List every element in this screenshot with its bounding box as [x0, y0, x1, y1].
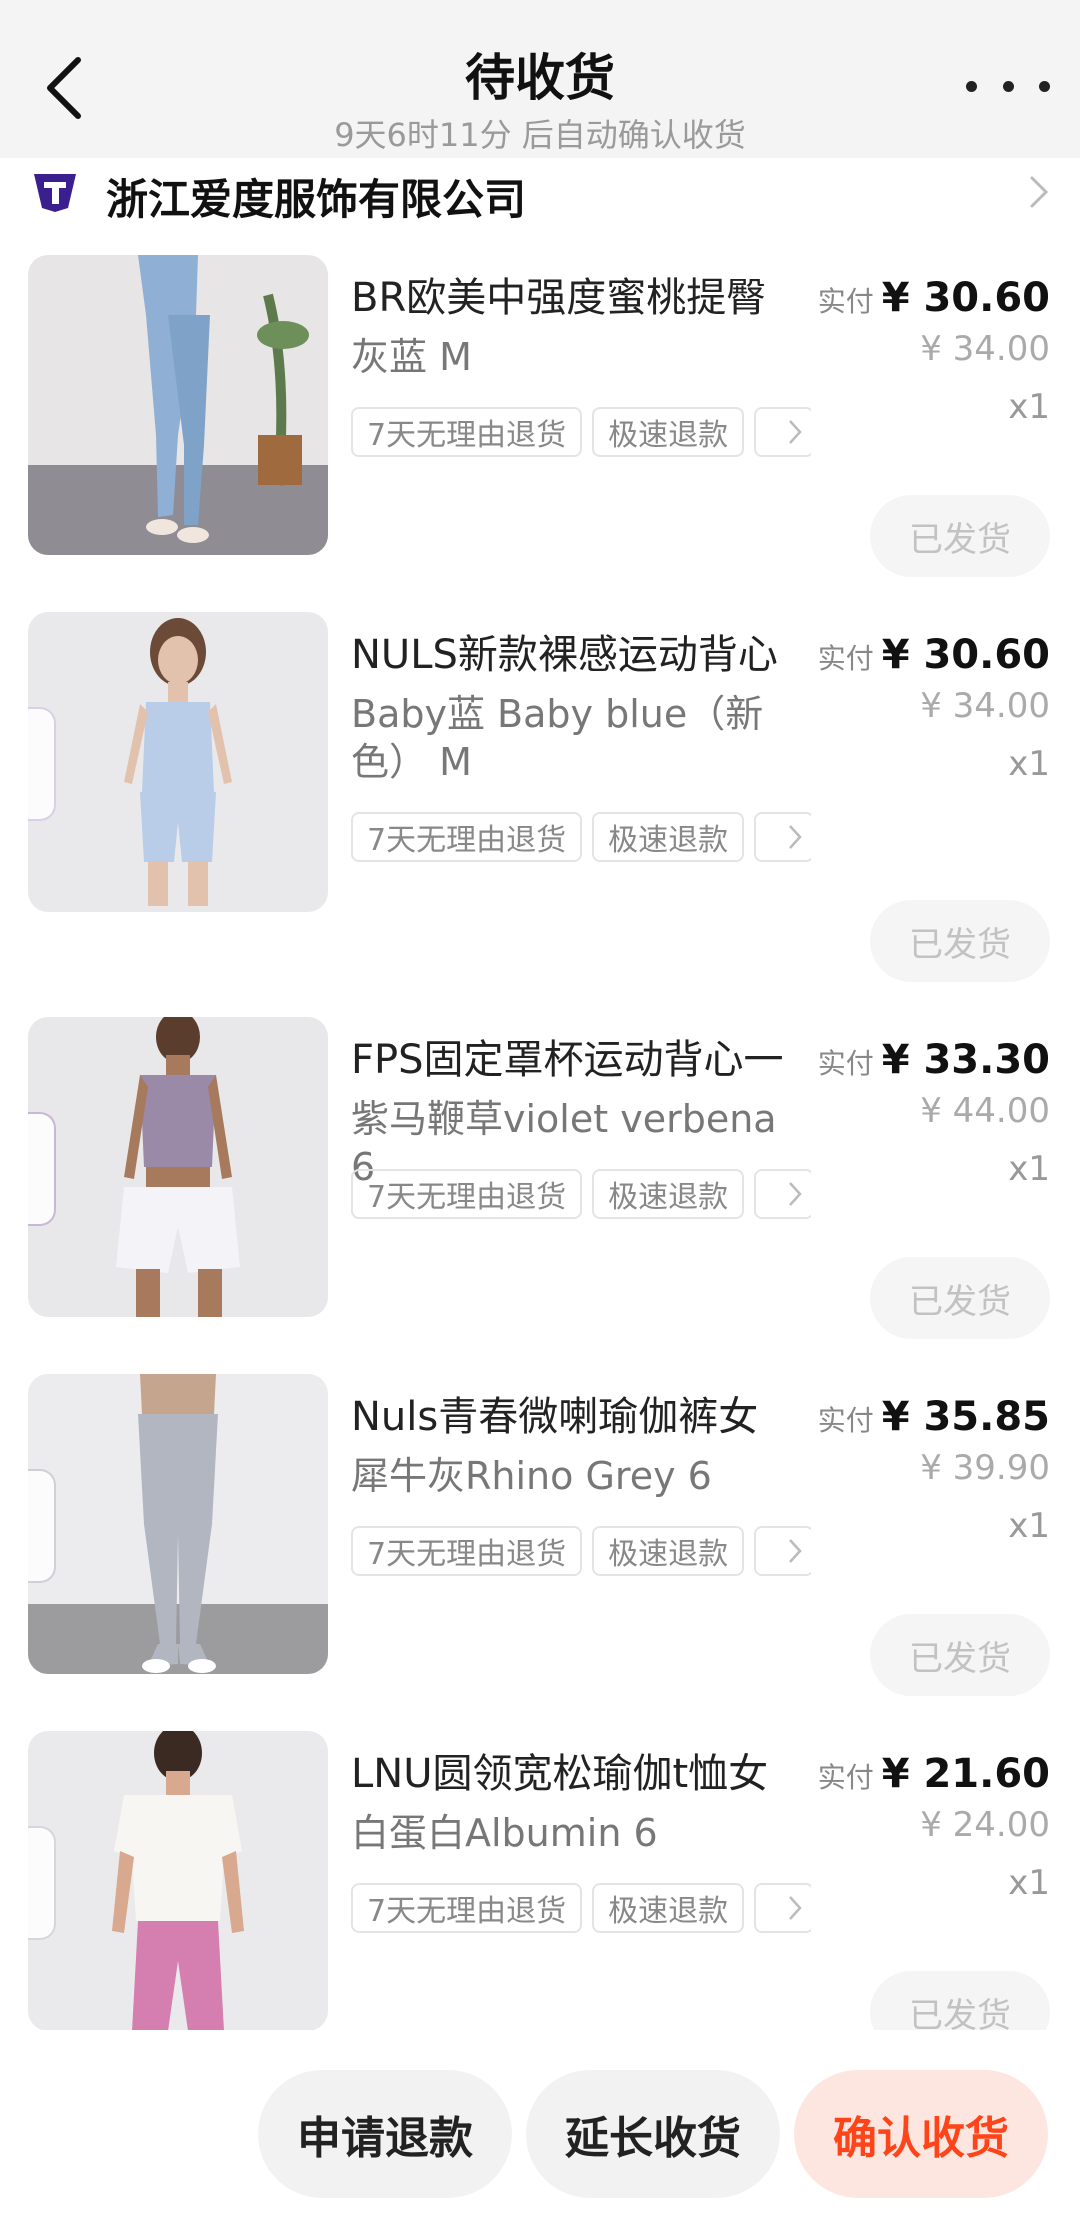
- product-image[interactable]: [28, 612, 328, 912]
- tags-more-button[interactable]: [754, 1169, 811, 1219]
- product-spec: 犀牛灰Rhino Grey 6: [351, 1454, 712, 1498]
- auto-confirm-countdown: 9天6时11分 后自动确认收货: [334, 116, 746, 154]
- paid-label: 实付: [817, 1761, 874, 1794]
- tag-7-day-return: 7天无理由退货: [351, 1526, 583, 1576]
- side-label-tab: [28, 1112, 56, 1226]
- paid-label: 实付: [817, 285, 874, 318]
- product-image[interactable]: [28, 1731, 328, 2031]
- quantity: x1: [1008, 1863, 1050, 1903]
- product-spec: 灰蓝 M: [351, 335, 472, 379]
- quantity: x1: [1008, 387, 1050, 427]
- more-dot-icon: [1002, 80, 1014, 92]
- paid-amount: ¥ 21.60: [881, 1751, 1050, 1797]
- shop-logo-icon: [34, 174, 76, 212]
- header-bar: 待收货 9天6时11分 后自动确认收货: [0, 0, 1080, 158]
- product-image[interactable]: [28, 255, 328, 555]
- tag-fast-refund: 极速退款: [592, 812, 745, 862]
- service-tags[interactable]: 7天无理由退货 极速退款: [351, 1167, 811, 1221]
- product-name[interactable]: FPS固定罩杯运动背心一: [351, 1035, 821, 1085]
- service-tags[interactable]: 7天无理由退货 极速退款: [351, 810, 811, 864]
- paid-amount: ¥ 30.60: [881, 632, 1050, 678]
- tag-fast-refund: 极速退款: [592, 407, 745, 457]
- chevron-right-icon: [789, 420, 802, 444]
- tag-fast-refund: 极速退款: [592, 1526, 745, 1576]
- shop-name[interactable]: 浙江爱度服饰有限公司: [106, 166, 526, 227]
- service-tags[interactable]: 7天无理由退货 极速退款: [351, 1881, 811, 1935]
- quantity: x1: [1008, 1506, 1050, 1546]
- confirm-receipt-button[interactable]: 确认收货: [794, 2070, 1048, 2198]
- order-item[interactable]: Nuls青春微喇瑜伽裤女 犀牛灰Rhino Grey 6 7天无理由退货 极速退…: [0, 1374, 1080, 1696]
- tag-7-day-return: 7天无理由退货: [351, 1883, 583, 1933]
- paid-label: 实付: [817, 1404, 874, 1437]
- tags-more-button[interactable]: [754, 407, 811, 457]
- tag-7-day-return: 7天无理由退货: [351, 812, 583, 862]
- original-price: ¥ 34.00: [920, 686, 1050, 726]
- product-spec: 白蛋白Albumin 6: [351, 1811, 658, 1855]
- tag-fast-refund: 极速退款: [592, 1169, 745, 1219]
- product-image[interactable]: [28, 1374, 328, 1674]
- side-label-tab: [28, 1469, 56, 1583]
- tags-more-button[interactable]: [754, 1883, 811, 1933]
- shipped-status-button[interactable]: 已发货: [870, 495, 1050, 577]
- product-name[interactable]: Nuls青春微喇瑜伽裤女: [351, 1392, 821, 1442]
- side-label-tab: [28, 707, 56, 821]
- price-block: 实付 ¥ 30.60 ¥ 34.00 x1: [818, 632, 1050, 784]
- shipped-status-button[interactable]: 已发货: [870, 1257, 1050, 1339]
- shipped-status-button[interactable]: 已发货: [870, 1971, 1050, 2031]
- side-label-tab: [28, 1826, 56, 1940]
- service-tags[interactable]: 7天无理由退货 极速退款: [351, 1524, 811, 1578]
- product-name[interactable]: LNU圆领宽松瑜伽t恤女: [351, 1749, 821, 1799]
- tag-7-day-return: 7天无理由退货: [351, 1169, 583, 1219]
- request-refund-button[interactable]: 申请退款: [258, 2070, 512, 2198]
- original-price: ¥ 39.90: [920, 1448, 1050, 1488]
- price-block: 实付 ¥ 30.60 ¥ 34.00 x1: [818, 275, 1050, 427]
- product-name[interactable]: NULS新款裸感运动背心: [351, 630, 821, 680]
- tag-fast-refund: 极速退款: [592, 1883, 745, 1933]
- paid-amount: ¥ 30.60: [881, 275, 1050, 321]
- original-price: ¥ 44.00: [920, 1091, 1050, 1131]
- more-dot-icon: [966, 80, 977, 92]
- tags-more-button[interactable]: [754, 1526, 811, 1576]
- tag-7-day-return: 7天无理由退货: [351, 407, 583, 457]
- paid-label: 实付: [817, 1047, 874, 1080]
- price-block: 实付 ¥ 35.85 ¥ 39.90 x1: [818, 1394, 1050, 1546]
- quantity: x1: [1008, 744, 1050, 784]
- chevron-right-icon: [1030, 176, 1049, 208]
- shop-row[interactable]: 浙江爱度服饰有限公司: [0, 158, 1080, 228]
- bottom-action-bar: 申请退款 延长收货 确认收货: [0, 2030, 1080, 2227]
- tags-more-button[interactable]: [754, 812, 811, 862]
- order-item[interactable]: BR欧美中强度蜜桃提臀 灰蓝 M 7天无理由退货 极速退款 实付 ¥ 30.60…: [0, 255, 1080, 577]
- shipped-status-button[interactable]: 已发货: [870, 900, 1050, 982]
- paid-amount: ¥ 33.30: [881, 1037, 1050, 1083]
- order-item[interactable]: NULS新款裸感运动背心 Baby蓝 Baby blue（新色） M 7天无理由…: [0, 612, 1080, 992]
- shipped-status-button[interactable]: 已发货: [870, 1614, 1050, 1696]
- order-item[interactable]: LNU圆领宽松瑜伽t恤女 白蛋白Albumin 6 7天无理由退货 极速退款 实…: [0, 1731, 1080, 2031]
- product-name[interactable]: BR欧美中强度蜜桃提臀: [351, 273, 821, 323]
- original-price: ¥ 34.00: [920, 329, 1050, 369]
- more-options-button[interactable]: [966, 66, 1050, 106]
- price-block: 实付 ¥ 21.60 ¥ 24.00 x1: [818, 1751, 1050, 1903]
- more-dot-icon: [1039, 80, 1050, 92]
- page-title: 待收货: [465, 49, 615, 107]
- product-spec: Baby蓝 Baby blue（新色） M: [351, 692, 764, 784]
- price-block: 实付 ¥ 33.30 ¥ 44.00 x1: [818, 1037, 1050, 1189]
- extend-receipt-button[interactable]: 延长收货: [526, 2070, 780, 2198]
- product-image[interactable]: [28, 1017, 328, 1317]
- service-tags[interactable]: 7天无理由退货 极速退款: [351, 405, 811, 459]
- original-price: ¥ 24.00: [920, 1805, 1050, 1845]
- chevron-right-icon: [789, 1182, 802, 1206]
- order-item[interactable]: FPS固定罩杯运动背心一 紫马鞭草violet verbena 6 7天无理由退…: [0, 1017, 1080, 1339]
- chevron-right-icon: [789, 1539, 802, 1563]
- paid-label: 实付: [817, 642, 874, 675]
- chevron-right-icon: [789, 825, 802, 849]
- chevron-right-icon: [789, 1896, 802, 1920]
- paid-amount: ¥ 35.85: [881, 1394, 1050, 1440]
- quantity: x1: [1008, 1149, 1050, 1189]
